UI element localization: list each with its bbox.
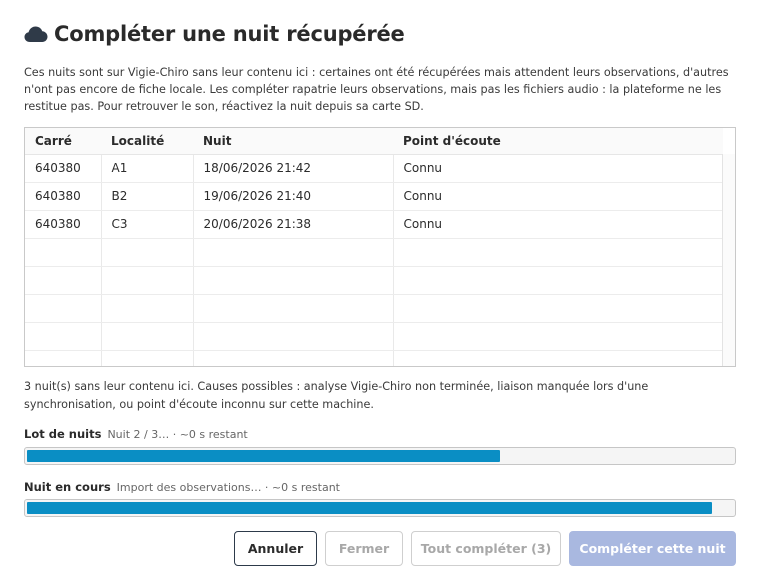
batch-progress-label: Lot de nuits Nuit 2 / 3… · ~0 s restant bbox=[24, 427, 248, 441]
cell-carre: 640380 bbox=[25, 154, 102, 183]
column-header-localite[interactable]: Localité bbox=[101, 128, 193, 155]
empty-row bbox=[25, 294, 724, 323]
complete-night-button[interactable]: Compléter cette nuit bbox=[569, 531, 736, 566]
current-progress-title: Nuit en cours bbox=[24, 480, 111, 494]
column-header-point-ecoute[interactable]: Point d'écoute bbox=[393, 128, 723, 155]
table-header-row: Carré Localité Nuit Point d'écoute bbox=[25, 128, 723, 155]
close-button[interactable]: Fermer bbox=[325, 531, 403, 566]
table-row[interactable]: 640380 C3 20/06/2026 21:38 Connu bbox=[25, 210, 724, 239]
cell-localite: B2 bbox=[101, 182, 194, 211]
intro-text: Ces nuits sont sur Vigie-Chiro sans leur… bbox=[24, 66, 729, 113]
cell-nuit: 18/06/2026 21:42 bbox=[193, 154, 394, 183]
cloud-icon bbox=[24, 25, 48, 43]
table-row[interactable]: 640380 B2 19/06/2026 21:40 Connu bbox=[25, 182, 724, 211]
cell-localite: C3 bbox=[101, 210, 194, 239]
cell-localite: A1 bbox=[101, 154, 194, 183]
cell-carre: 640380 bbox=[25, 182, 102, 211]
cell-nuit: 19/06/2026 21:40 bbox=[193, 182, 394, 211]
column-header-carre[interactable]: Carré bbox=[25, 128, 101, 155]
batch-progress-bar bbox=[24, 447, 736, 465]
empty-row bbox=[25, 350, 724, 366]
empty-row bbox=[25, 266, 724, 295]
complete-all-button[interactable]: Tout compléter (3) bbox=[411, 531, 561, 566]
nights-table[interactable]: Carré Localité Nuit Point d'écoute 64038… bbox=[24, 127, 736, 367]
batch-progress-title: Lot de nuits bbox=[24, 427, 102, 441]
cell-point-ecoute: Connu bbox=[393, 182, 724, 211]
table-row[interactable]: 640380 A1 18/06/2026 21:42 Connu bbox=[25, 154, 724, 183]
cancel-button[interactable]: Annuler bbox=[234, 531, 317, 566]
current-progress-fill bbox=[27, 502, 712, 514]
cell-point-ecoute: Connu bbox=[393, 154, 724, 183]
current-progress-label: Nuit en cours Import des observations… ·… bbox=[24, 480, 340, 494]
batch-progress-fill bbox=[27, 450, 501, 462]
dialog-title: Compléter une nuit récupérée bbox=[54, 22, 405, 46]
column-header-nuit[interactable]: Nuit bbox=[193, 128, 393, 155]
current-progress-status: Import des observations… · ~0 s restant bbox=[116, 481, 340, 494]
empty-row bbox=[25, 238, 724, 267]
dialog-header: Compléter une nuit récupérée bbox=[24, 22, 405, 46]
cell-carre: 640380 bbox=[25, 210, 102, 239]
empty-row bbox=[25, 322, 724, 351]
table-scrollbar[interactable] bbox=[722, 154, 735, 366]
cell-point-ecoute: Connu bbox=[393, 210, 724, 239]
current-progress-bar bbox=[24, 499, 736, 517]
batch-progress-status: Nuit 2 / 3… · ~0 s restant bbox=[107, 428, 248, 441]
cell-nuit: 20/06/2026 21:38 bbox=[193, 210, 394, 239]
causes-text: 3 nuit(s) sans leur contenu ici. Causes … bbox=[24, 380, 649, 411]
